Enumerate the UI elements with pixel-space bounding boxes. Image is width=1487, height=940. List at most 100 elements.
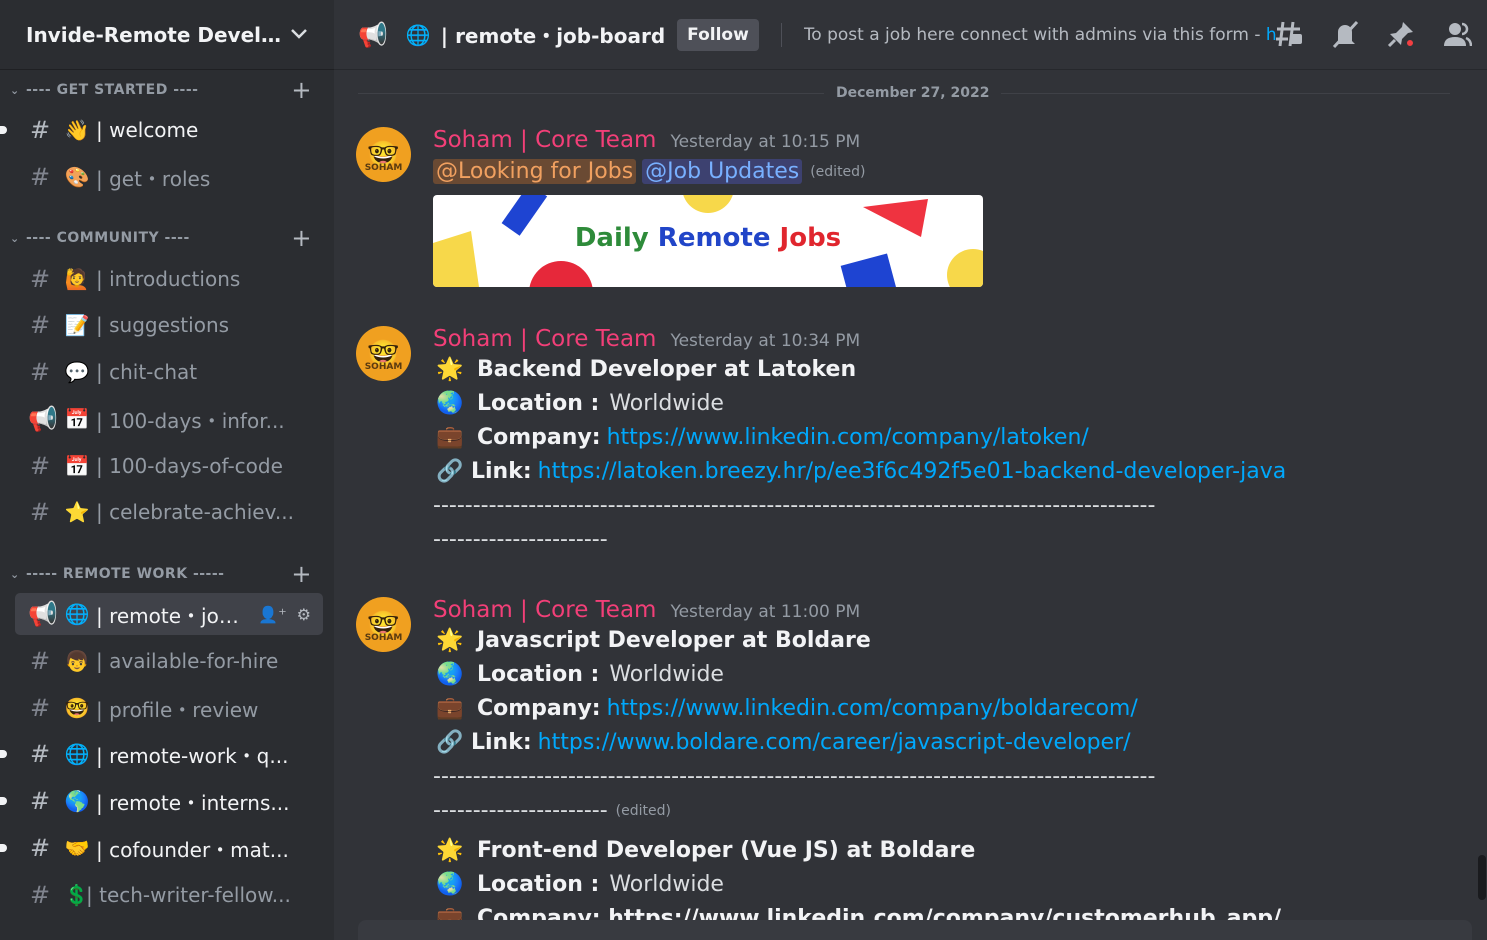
category-remote-work[interactable]: ⌄ ----- REMOTE WORK ----- + bbox=[0, 560, 334, 588]
hash-icon: # bbox=[29, 163, 51, 191]
location-value: Worldwide bbox=[609, 391, 724, 416]
handshake-icon: 🤝 bbox=[64, 836, 90, 860]
channel-label: | celebrate-achiev... bbox=[96, 500, 294, 524]
hash-icon: # bbox=[29, 881, 51, 909]
channel-suggestions[interactable]: # 📝 | suggestions bbox=[15, 304, 323, 346]
channel-label: | chit-chat bbox=[96, 360, 198, 384]
channel-sidebar: Invide-Remote Develope... ⌄ ---- GET STA… bbox=[0, 0, 334, 940]
channel-remote-job-board[interactable]: 📢 🌐 | remote・job... 👤⁺ ⚙ bbox=[15, 593, 323, 635]
channel-title: | remote・job-board bbox=[440, 24, 666, 48]
separator-dashes: ----------------------------------------… bbox=[433, 493, 1156, 518]
notification-bell-muted-icon[interactable] bbox=[1329, 18, 1361, 50]
gear-icon[interactable]: ⚙ bbox=[297, 605, 311, 624]
timestamp: Yesterday at 10:15 PM bbox=[670, 132, 861, 152]
channel-label: | available-for-hire bbox=[96, 649, 279, 673]
raising-hand-icon: 🙋 bbox=[64, 267, 90, 291]
channel-cofounder-matching[interactable]: # 🤝 | cofounder・mat... bbox=[0, 827, 323, 869]
calendar-icon: 📅 bbox=[64, 407, 90, 431]
hash-threads-icon: # bbox=[29, 647, 51, 675]
job-title: Front-end Developer (Vue JS) at Boldare bbox=[477, 838, 976, 863]
channel-remote-internships[interactable]: # 🌎 | remote・interns... bbox=[0, 780, 323, 822]
hash-icon: # bbox=[29, 452, 51, 480]
memo-icon: 📝 bbox=[64, 313, 90, 337]
add-channel-plus-icon[interactable]: + bbox=[291, 224, 312, 252]
glowing-star-icon: 🌟 bbox=[436, 628, 464, 653]
channel-label: | suggestions bbox=[96, 313, 230, 337]
channel-100-days-info[interactable]: 📢 📅 | 100-days・infor... bbox=[15, 398, 323, 440]
avatar[interactable]: 🤓 SOHAM bbox=[356, 127, 411, 182]
chevron-down-icon: ⌄ bbox=[10, 83, 20, 97]
message-header: Soham | Core Team Yesterday at 10:34 PM bbox=[433, 326, 860, 352]
add-channel-plus-icon[interactable]: + bbox=[291, 560, 312, 588]
job-link[interactable]: https://www.boldare.com/career/javascrip… bbox=[538, 730, 1131, 755]
message[interactable]: 🤓 SOHAM Soham | Core Team Yesterday at 10… bbox=[356, 127, 1426, 297]
channel-tech-writer-fellowship[interactable]: # 💲 | tech-writer-fellow... bbox=[15, 874, 323, 916]
message-list[interactable]: December 27, 2022 🤓 SOHAM Soham | Core Te… bbox=[334, 71, 1487, 940]
chevron-down-icon bbox=[290, 24, 308, 45]
channel-label: | remote・job... bbox=[96, 603, 246, 628]
announcement-icon: 📢 bbox=[28, 600, 58, 628]
hash-threads-icon: # bbox=[29, 311, 51, 339]
location-label: Location : bbox=[477, 872, 600, 897]
category-community[interactable]: ⌄ ---- COMMUNITY ---- + bbox=[0, 224, 334, 252]
channel-label: | introductions bbox=[96, 267, 241, 291]
scrollbar-thumb[interactable] bbox=[1478, 855, 1486, 900]
author-name[interactable]: Soham | Core Team bbox=[433, 326, 656, 352]
server-header[interactable]: Invide-Remote Develope... bbox=[0, 0, 334, 70]
nerd-face-icon: 🤓 bbox=[64, 696, 90, 720]
link-label: Link: bbox=[471, 459, 532, 484]
hash-icon: # bbox=[29, 265, 51, 293]
channel-label: | welcome bbox=[96, 118, 199, 142]
date-divider-label: December 27, 2022 bbox=[824, 85, 1002, 101]
hash-icon: # bbox=[29, 498, 51, 526]
briefcase-icon: 💼 bbox=[436, 696, 464, 721]
banner-word: Jobs bbox=[779, 223, 842, 253]
briefcase-icon: 💼 bbox=[436, 425, 464, 450]
message[interactable]: 🤓 SOHAM Soham | Core Team Yesterday at 11… bbox=[356, 597, 1426, 940]
invite-member-icon[interactable]: 👤⁺ bbox=[258, 605, 286, 624]
daily-remote-jobs-banner-image[interactable]: Daily Remote Jobs bbox=[433, 195, 983, 287]
role-mention[interactable]: @Job Updates bbox=[642, 159, 803, 184]
channel-chit-chat[interactable]: # 💬 | chit-chat bbox=[15, 351, 323, 393]
channel-profile-review[interactable]: # 🤓 | profile・review bbox=[15, 687, 323, 729]
pinned-messages-icon[interactable] bbox=[1385, 18, 1417, 50]
channel-introductions[interactable]: # 🙋 | introductions bbox=[15, 258, 323, 300]
member-list-icon[interactable] bbox=[1441, 18, 1473, 50]
banner-word: Daily bbox=[574, 223, 649, 253]
company-link[interactable]: https://www.linkedin.com/company/latoken… bbox=[607, 425, 1089, 450]
channel-header: 📢 🌐 | remote・job-board Follow To post a … bbox=[334, 0, 1487, 70]
globe-icon: 🌐 bbox=[405, 22, 431, 47]
company-line: 💼 Company: https://www.linkedin.com/comp… bbox=[433, 696, 1138, 721]
channel-celebrate-achievements[interactable]: # ⭐ | celebrate-achiev... bbox=[15, 491, 323, 533]
author-name[interactable]: Soham | Core Team bbox=[433, 597, 656, 623]
author-name[interactable]: Soham | Core Team bbox=[433, 127, 656, 153]
boy-face-icon: 👦 bbox=[64, 649, 90, 673]
company-link[interactable]: https://www.linkedin.com/company/boldare… bbox=[607, 696, 1138, 721]
channel-get-roles[interactable]: # 🎨 | get・roles bbox=[15, 156, 323, 198]
message-composer[interactable] bbox=[358, 920, 1472, 940]
role-mention[interactable]: @Looking for Jobs bbox=[433, 159, 637, 184]
message[interactable]: 🤓 SOHAM Soham | Core Team Yesterday at 10… bbox=[356, 326, 1426, 561]
avatar[interactable]: 🤓 SOHAM bbox=[356, 597, 411, 652]
channel-welcome[interactable]: # 👋 | welcome bbox=[0, 109, 323, 151]
job-link[interactable]: https://latoken.breezy.hr/p/ee3f6c492f5e… bbox=[538, 459, 1287, 484]
unread-indicator bbox=[0, 750, 7, 758]
threads-icon[interactable] bbox=[1273, 18, 1305, 50]
announcement-icon: 📢 bbox=[358, 20, 388, 49]
globe-icon: 🌐 bbox=[64, 602, 90, 626]
globe-icon: 🌏 bbox=[436, 391, 464, 416]
edited-label: (edited) bbox=[810, 163, 866, 180]
channel-available-for-hire[interactable]: # 👦 | available-for-hire bbox=[15, 640, 323, 682]
follow-button[interactable]: Follow bbox=[677, 18, 759, 51]
category-label: ---- COMMUNITY ---- bbox=[26, 230, 190, 246]
channel-remote-work-q[interactable]: # 🌐 | remote-work・q... bbox=[0, 733, 323, 775]
avatar[interactable]: 🤓 SOHAM bbox=[356, 326, 411, 381]
category-get-started[interactable]: ⌄ ---- GET STARTED ---- + bbox=[0, 76, 334, 104]
link-line: 🔗 Link: https://latoken.breezy.hr/p/ee3f… bbox=[433, 459, 1286, 484]
channel-label: | 100-days・infor... bbox=[96, 408, 285, 433]
job-title-line: 🌟 Front-end Developer (Vue JS) at Boldar… bbox=[433, 838, 975, 863]
hash-icon: # bbox=[29, 358, 51, 386]
channel-100-days-of-code[interactable]: # 📅 | 100-days-of-code bbox=[15, 445, 323, 487]
channel-topic[interactable]: To post a job here connect with admins v… bbox=[804, 25, 1296, 45]
add-channel-plus-icon[interactable]: + bbox=[291, 76, 312, 104]
